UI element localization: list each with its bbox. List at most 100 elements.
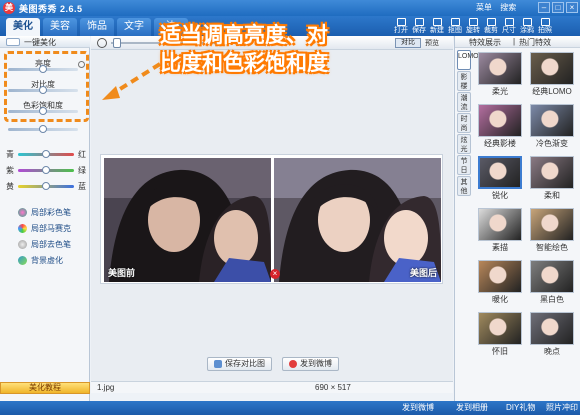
save-button[interactable]: 保存 <box>410 17 428 35</box>
sharpen-knob[interactable] <box>39 125 47 133</box>
rotate-label: 旋转 <box>466 27 480 34</box>
local-mosaic-brush[interactable]: 局部马赛克 <box>18 222 71 234</box>
after-photo: 美图后 <box>274 158 441 282</box>
yellow-blue-slider[interactable]: 黄 蓝 <box>6 180 86 192</box>
effect-label: 暖化 <box>492 295 508 304</box>
category-holiday[interactable]: 节日 <box>457 155 471 175</box>
search-link[interactable]: 搜索 <box>500 3 516 12</box>
effect-preview-image <box>530 208 574 241</box>
cutout-button[interactable]: 抠图 <box>446 17 464 35</box>
new-button[interactable]: 新建 <box>428 17 446 35</box>
title-bar: 美 美图秀秀 2.6.5 菜单 搜索 – □ × <box>0 0 580 16</box>
crop-icon <box>486 18 496 26</box>
close-icon[interactable]: × <box>566 2 578 13</box>
before-photo: 美图前 <box>104 158 271 282</box>
weibo-icon <box>289 360 297 368</box>
cutout-icon <box>450 18 460 26</box>
effect-thumbnail[interactable]: 怀旧 <box>476 312 524 356</box>
doodle-label: 涂鸦 <box>520 27 534 34</box>
tab-hot-effects[interactable]: 热门特效 <box>519 37 551 48</box>
cyan-red-knob[interactable] <box>42 150 50 158</box>
share-weibo-link[interactable]: 发到微博 <box>402 402 434 413</box>
window-title: 美图秀秀 2.6.5 <box>19 4 83 14</box>
category-other[interactable]: 其他 <box>457 176 471 196</box>
effect-thumbnail[interactable]: 锐化 <box>476 156 524 200</box>
photo-print-link[interactable]: 照片冲印 <box>546 402 578 413</box>
save-icon <box>214 360 222 368</box>
color-brush-icon <box>18 207 27 217</box>
local-mosaic-label: 局部马赛克 <box>31 223 71 233</box>
blue-label: 蓝 <box>78 182 86 191</box>
tab-text[interactable]: 文字 <box>117 18 151 36</box>
effect-thumbnail[interactable]: 经典LOMO <box>528 52 576 96</box>
purple-label: 紫 <box>6 166 14 175</box>
effect-preview-image <box>530 260 574 293</box>
send-weibo-button[interactable]: 发到微博 <box>282 357 339 371</box>
title-links: 菜单 搜索 <box>476 2 522 13</box>
effect-thumbnail[interactable]: 晚点 <box>528 312 576 356</box>
cutout-label: 抠图 <box>448 27 462 34</box>
background-blur[interactable]: 背景虚化 <box>18 254 63 266</box>
share-album-link[interactable]: 发到相册 <box>456 402 488 413</box>
tab-beautify[interactable]: 美化 <box>6 18 40 36</box>
purple-green-knob[interactable] <box>42 166 50 174</box>
green-label: 绿 <box>78 166 86 175</box>
tool-buttons: 打开 保存 新建 抠图 旋转 裁剪 尺寸 涂鸦 拍照 <box>392 17 554 35</box>
purple-green-slider[interactable]: 紫 绿 <box>6 164 86 176</box>
compare-view: 美图前 × 美图后 <box>100 154 443 284</box>
annotation-text: 适当调高亮度、对 比度和色彩饱和度 <box>160 22 400 78</box>
minimize-icon[interactable]: – <box>538 2 550 13</box>
category-trend[interactable]: 潮流 <box>457 92 471 112</box>
zoom-icon[interactable] <box>97 38 107 48</box>
effect-preview-image <box>478 104 522 137</box>
tab-beauty[interactable]: 美容 <box>43 18 77 36</box>
tab-effects-showcase[interactable]: 特效展示 <box>469 37 501 48</box>
background-blur-label: 背景虚化 <box>31 255 63 265</box>
effect-thumbnail[interactable]: 黑白色 <box>528 260 576 304</box>
effect-thumbnail[interactable]: 经典影楼 <box>476 104 524 148</box>
effect-thumbnail[interactable]: 素描 <box>476 208 524 252</box>
effect-label: 锐化 <box>492 191 508 200</box>
after-label: 美图后 <box>409 268 437 278</box>
effect-preview-image <box>530 52 574 85</box>
doodle-button[interactable]: 涂鸦 <box>518 17 536 35</box>
local-color-brush[interactable]: 局部彩色笔 <box>18 206 71 218</box>
resize-button[interactable]: 尺寸 <box>500 17 518 35</box>
category-studio[interactable]: 影楼 <box>457 71 471 91</box>
rotate-button[interactable]: 旋转 <box>464 17 482 35</box>
canvas-status-bar: 1.jpg 690 × 517 <box>91 381 453 393</box>
new-icon <box>432 18 442 26</box>
before-label: 美图前 <box>108 268 136 278</box>
effect-thumbnail[interactable]: 冷色渐变 <box>528 104 576 148</box>
camera-button[interactable]: 拍照 <box>536 17 554 35</box>
image-dimensions: 690 × 517 <box>315 383 351 392</box>
crop-label: 裁剪 <box>484 27 498 34</box>
effect-preview-image <box>530 156 574 189</box>
crop-button[interactable]: 裁剪 <box>482 17 500 35</box>
sharpen-slider[interactable] <box>8 124 78 136</box>
one-click-beautify[interactable]: 一键美化 <box>0 36 90 48</box>
menu-link[interactable]: 菜单 <box>476 3 492 12</box>
category-fashion[interactable]: 时尚 <box>457 113 471 133</box>
category-lomo[interactable]: LOMO <box>457 50 479 70</box>
yellow-blue-knob[interactable] <box>42 182 50 190</box>
annotation-line-2: 比度和色彩饱和度 <box>160 52 328 75</box>
close-compare-icon[interactable]: × <box>270 269 280 279</box>
effect-thumbnail[interactable]: 暖化 <box>476 260 524 304</box>
local-desaturate-brush[interactable]: 局部去色笔 <box>18 238 71 250</box>
tab-accessories[interactable]: 饰品 <box>80 18 114 36</box>
effect-label: 冷色渐变 <box>536 139 568 148</box>
effect-thumbnail[interactable]: 柔光 <box>476 52 524 96</box>
effect-thumbnail[interactable]: 智能绘色 <box>528 208 576 252</box>
diy-gift-link[interactable]: DIY礼物 <box>506 402 535 413</box>
beautify-tutorial-button[interactable]: 美化教程 <box>0 382 90 394</box>
save-label: 保存 <box>412 27 426 34</box>
maximize-icon[interactable]: □ <box>552 2 564 13</box>
save-compare-button[interactable]: 保存对比图 <box>207 357 272 371</box>
preview-button[interactable]: 预览 <box>425 38 439 48</box>
rotate-icon <box>468 18 478 26</box>
effect-thumbnail[interactable]: 柔和 <box>528 156 576 200</box>
zoom-knob[interactable] <box>113 38 121 48</box>
cyan-red-slider[interactable]: 青 红 <box>6 148 86 160</box>
category-glow[interactable]: 炫光 <box>457 134 471 154</box>
